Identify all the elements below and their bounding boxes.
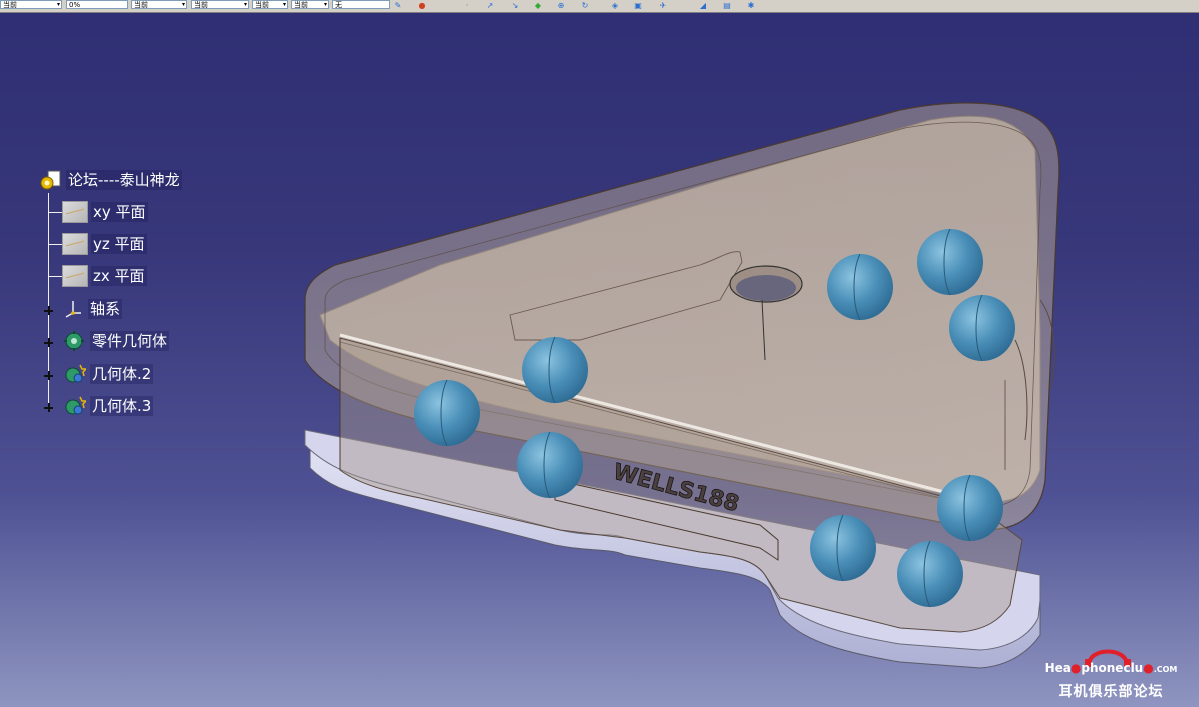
sphere [827,254,893,320]
line-type-combo[interactable]: 当前 ▾ [191,0,249,9]
normal-view-icon[interactable]: ◈ [610,1,620,10]
measure-icon[interactable]: · [462,1,472,10]
watermark: Hea●phoneclu●.COM 耳机俱乐部论坛 [1031,643,1191,703]
toolbar: 当前 ▾ 0% 当前 ▾ 当前 ▾ 当前 ▾ 当前 ▾ 无 ✎ ● · ↗ ↘ ◆ ⊕ ↻… [0,0,1199,13]
multi-view-icon[interactable]: ▣ [633,1,643,10]
sphere [937,475,1003,541]
expand-plus-icon[interactable] [44,371,53,380]
expand-plus-icon[interactable] [44,338,53,347]
line-weight-combo[interactable]: 当前 ▾ [131,0,187,9]
chevron-down-icon: ▾ [282,1,286,8]
rendering-style-combo[interactable]: 无 [332,0,390,9]
chevron-down-icon: ▾ [323,1,327,8]
tree-item-part-body[interactable]: 零件几何体 [62,330,170,352]
chevron-down-icon: ▾ [181,1,185,8]
color-combo[interactable]: 当前 ▾ [0,0,62,9]
tree-root-label: 论坛----泰山神龙 [66,170,182,190]
transparency-combo[interactable]: 0% [66,0,128,9]
folder-icon[interactable]: ◢ [698,1,708,10]
sphere [414,380,480,446]
tree-item-zx-plane[interactable]: zx 平面 [62,265,147,287]
tree-item-body-2[interactable]: 几何体.2 [62,363,154,385]
fly-icon[interactable]: ✈ [658,1,668,10]
tree-item-yz-plane[interactable]: yz 平面 [62,233,147,255]
plane-icon [62,233,88,255]
tree-item-label: 几何体.2 [90,364,154,384]
tree-item-label: 轴系 [88,299,123,319]
sphere [897,541,963,607]
chevron-down-icon: ▾ [243,1,247,8]
3d-viewport[interactable]: WELLS188 论坛----泰山神龙 xy 平面 yz 平面 zx 平面 轴系… [0,13,1199,707]
part-document-icon [40,169,62,191]
part-body-icon [62,330,86,352]
sketch-icon[interactable]: ↗ [485,1,495,10]
tree-item-label: zx 平面 [91,266,147,286]
point-symbol-combo[interactable]: 当前 ▾ [252,0,288,9]
watermark-cn: 耳机俱乐部论坛 [1058,684,1164,700]
tree-item-label: xy 平面 [91,202,148,222]
expand-plus-icon[interactable] [44,306,53,315]
body-icon [62,395,88,417]
view-icon[interactable]: ◆ [533,1,543,10]
specification-tree: 论坛----泰山神龙 xy 平面 yz 平面 zx 平面 轴系 零件几何体 几何… [0,13,260,453]
watermark-brand: Hea●phoneclu●.COM [1044,661,1178,675]
plane-icon [62,265,88,287]
sphere [517,432,583,498]
sphere [917,229,983,295]
sphere [522,337,588,403]
tree-item-body-3[interactable]: 几何体.3 [62,395,154,417]
plane-icon [62,201,88,223]
tree-item-xy-plane[interactable]: xy 平面 [62,201,148,223]
body-icon [62,363,88,385]
tree-item-label: 几何体.3 [90,396,154,416]
tree-root[interactable]: 论坛----泰山神龙 [40,169,182,191]
tree-item-axis-system[interactable]: 轴系 [62,298,123,320]
paint-icon[interactable]: ✎ [393,1,403,10]
material-icon[interactable]: ● [417,1,427,10]
layer-combo[interactable]: 当前 ▾ [291,0,329,9]
sphere [810,515,876,581]
arrow-icon[interactable]: ↘ [510,1,520,10]
axis-system-icon [62,298,84,320]
sphere [949,295,1015,361]
rotate-icon[interactable]: ↻ [580,1,590,10]
chevron-down-icon: ▾ [56,1,60,8]
settings-icon[interactable]: ✱ [746,1,756,10]
tree-item-label: yz 平面 [91,234,147,254]
zoom-icon[interactable]: ⊕ [556,1,566,10]
expand-plus-icon[interactable] [44,403,53,412]
tree-item-label: 零件几何体 [90,331,170,351]
save-icon[interactable]: ▤ [722,1,732,10]
